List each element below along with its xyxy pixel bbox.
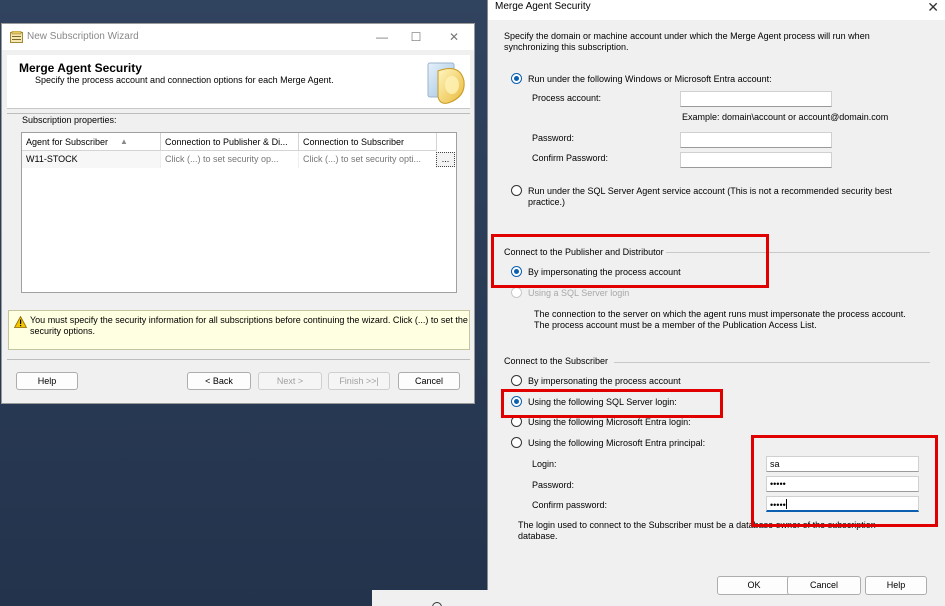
back-button[interactable]: < Back: [187, 372, 251, 390]
radio-subscriber-entra-login[interactable]: [511, 416, 522, 427]
radio-publisher-sql-login-label: Using a SQL Server login: [528, 288, 630, 298]
process-account-input[interactable]: [680, 91, 832, 107]
agent-cell[interactable]: W11-STOCK: [22, 151, 161, 168]
new-subscription-wizard-window: New Subscription Wizard — ☐ ✕ Merge Agen…: [1, 23, 475, 404]
next-button[interactable]: Next >: [258, 372, 322, 390]
column-header-publisher-label: Connection to Publisher & Di...: [165, 137, 288, 147]
warning-icon: [14, 316, 27, 328]
warning-text: You must specify the security informatio…: [30, 315, 468, 336]
column-header-agent-label: Agent for Subscriber: [26, 137, 109, 147]
radio-publisher-impersonate[interactable]: [511, 266, 522, 277]
process-account-label: Process account:: [532, 93, 602, 103]
wizard-titlebar: New Subscription Wizard — ☐ ✕: [2, 24, 474, 50]
subscriber-group-line: [614, 362, 930, 363]
process-password-input[interactable]: [680, 132, 832, 148]
subscriber-note: The login used to connect to the Subscri…: [518, 520, 876, 541]
publisher-group-line: [666, 252, 930, 253]
radio-subscriber-impersonate-label: By impersonating the process account: [528, 376, 681, 386]
partial-icon: [432, 602, 442, 606]
ok-button[interactable]: OK: [717, 576, 791, 595]
process-confirm-password-label: Confirm Password:: [532, 153, 609, 163]
minimize-button[interactable]: —: [370, 28, 394, 46]
column-header-subscriber-label: Connection to Subscriber: [303, 137, 405, 147]
subscriber-confirm-password-value: •••••: [770, 500, 786, 510]
subscriber-confirm-password-input[interactable]: •••••: [766, 496, 919, 512]
radio-publisher-sql-login[interactable]: [511, 287, 522, 298]
dialog-title: Merge Agent Security: [495, 1, 591, 12]
help-button[interactable]: Help: [16, 372, 78, 390]
warning-message: You must specify the security informatio…: [8, 310, 470, 350]
footer-separator: [7, 359, 470, 360]
process-account-example: Example: domain\account or account@domai…: [682, 112, 889, 122]
subscriber-confirm-password-label: Confirm password:: [532, 500, 608, 510]
dialog-cancel-button[interactable]: Cancel: [787, 576, 861, 595]
page-title: Merge Agent Security: [19, 61, 142, 75]
subscriber-login-input[interactable]: sa: [766, 456, 919, 472]
publisher-note: The connection to the server on which th…: [534, 309, 906, 330]
dialog-close-icon[interactable]: ✕: [927, 0, 939, 16]
radio-subscriber-sql-login-label: Using the following SQL Server login:: [528, 397, 677, 407]
radio-sql-agent-account[interactable]: [511, 185, 522, 196]
wizard-banner-icon: [427, 62, 465, 104]
radio-sql-agent-account-label: Run under the SQL Server Agent service a…: [528, 186, 892, 207]
radio-subscriber-sql-login[interactable]: [511, 396, 522, 407]
maximize-button[interactable]: ☐: [404, 28, 428, 46]
taskbar-fragment: [372, 590, 508, 606]
intro-text: Specify the domain or machine account un…: [504, 31, 870, 52]
radio-subscriber-impersonate[interactable]: [511, 375, 522, 386]
table-row[interactable]: W11-STOCK Click (...) to set security op…: [22, 151, 456, 168]
wizard-page-header: Merge Agent Security Specify the process…: [7, 55, 470, 109]
publisher-connection-cell[interactable]: Click (...) to set security op...: [161, 151, 299, 168]
finish-button[interactable]: Finish >>|: [328, 372, 390, 390]
radio-subscriber-entra-principal[interactable]: [511, 437, 522, 448]
radio-windows-account[interactable]: [511, 73, 522, 84]
column-header-publisher-connection[interactable]: Connection to Publisher & Di...: [161, 133, 299, 151]
page-subtitle: Specify the process account and connecti…: [35, 75, 334, 85]
radio-subscriber-entra-principal-label: Using the following Microsoft Entra prin…: [528, 438, 706, 448]
close-button[interactable]: ✕: [442, 28, 466, 46]
subscriber-password-label: Password:: [532, 480, 575, 490]
subscriber-connection-cell[interactable]: Click (...) to set security opti...: [299, 151, 437, 168]
radio-publisher-impersonate-label: By impersonating the process account: [528, 267, 681, 277]
wizard-title: New Subscription Wizard: [27, 31, 139, 42]
merge-agent-security-dialog: Merge Agent Security ✕ Specify the domai…: [487, 0, 945, 606]
subscription-grid[interactable]: Agent for Subscriber ▲ Connection to Pub…: [21, 132, 457, 293]
process-confirm-password-input[interactable]: [680, 152, 832, 168]
dialog-help-button[interactable]: Help: [865, 576, 927, 595]
sort-ascending-icon: ▲: [120, 137, 128, 146]
column-header-subscriber-connection[interactable]: Connection to Subscriber: [299, 133, 437, 151]
cancel-button[interactable]: Cancel: [398, 372, 460, 390]
wizard-app-icon: [10, 31, 23, 43]
set-security-ellipsis-button[interactable]: ...: [436, 152, 455, 167]
radio-windows-account-label: Run under the following Windows or Micro…: [528, 74, 772, 84]
column-header-agent[interactable]: Agent for Subscriber ▲: [22, 133, 161, 151]
process-password-label: Password:: [532, 133, 575, 143]
header-separator: [7, 113, 470, 114]
text-caret: [785, 499, 787, 509]
dialog-titlebar: Merge Agent Security ✕: [488, 0, 945, 20]
highlight-publisher-impersonation: [491, 234, 769, 288]
subscription-properties-label: Subscription properties:: [22, 115, 117, 125]
publisher-group-label: Connect to the Publisher and Distributor: [504, 247, 664, 257]
subscriber-login-label: Login:: [532, 459, 557, 469]
subscriber-password-input[interactable]: •••••: [766, 476, 919, 492]
radio-subscriber-entra-login-label: Using the following Microsoft Entra logi…: [528, 417, 691, 427]
subscriber-group-label: Connect to the Subscriber: [504, 356, 609, 366]
